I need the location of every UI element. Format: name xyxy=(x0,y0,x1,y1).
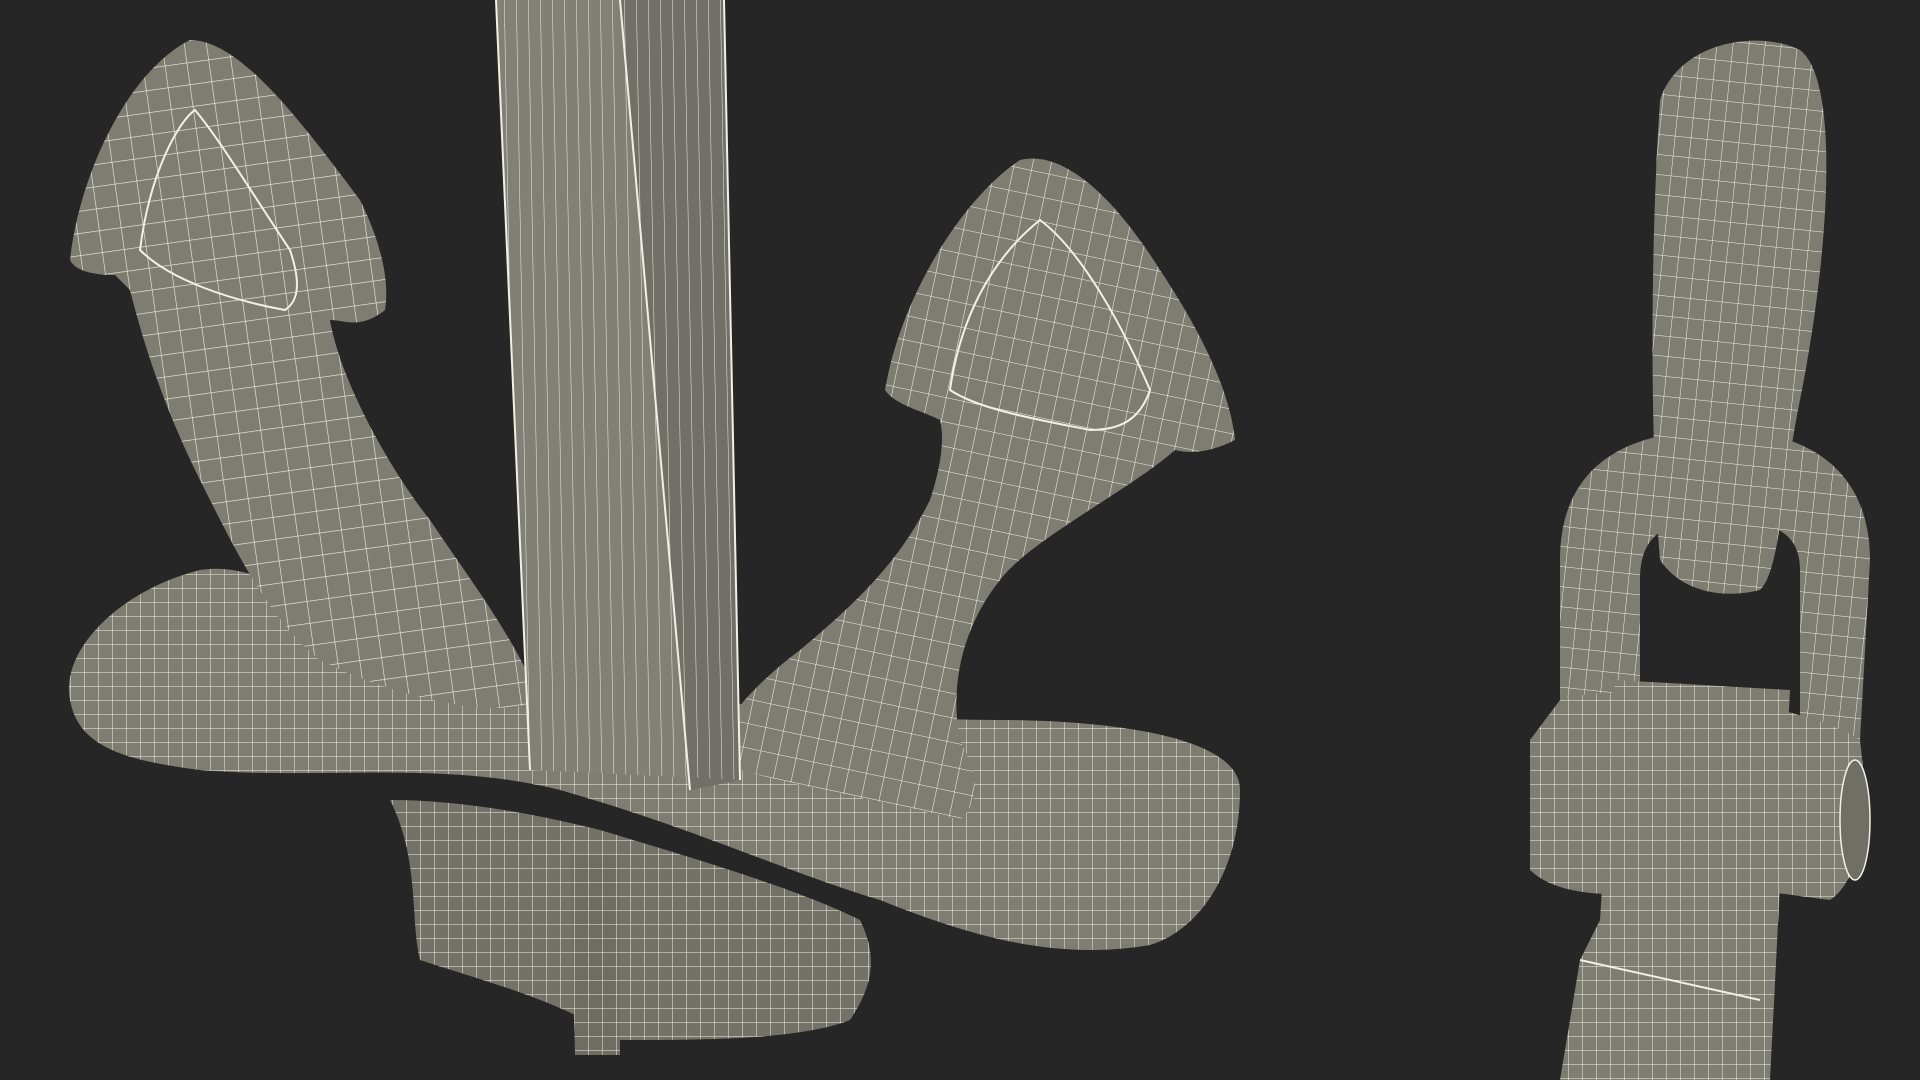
chain-model xyxy=(1530,40,1871,1080)
wireframe-scene xyxy=(68,0,1871,1080)
anchor-shank xyxy=(495,0,741,791)
anchor-model xyxy=(68,0,1240,1055)
render-viewport xyxy=(0,0,1920,1080)
